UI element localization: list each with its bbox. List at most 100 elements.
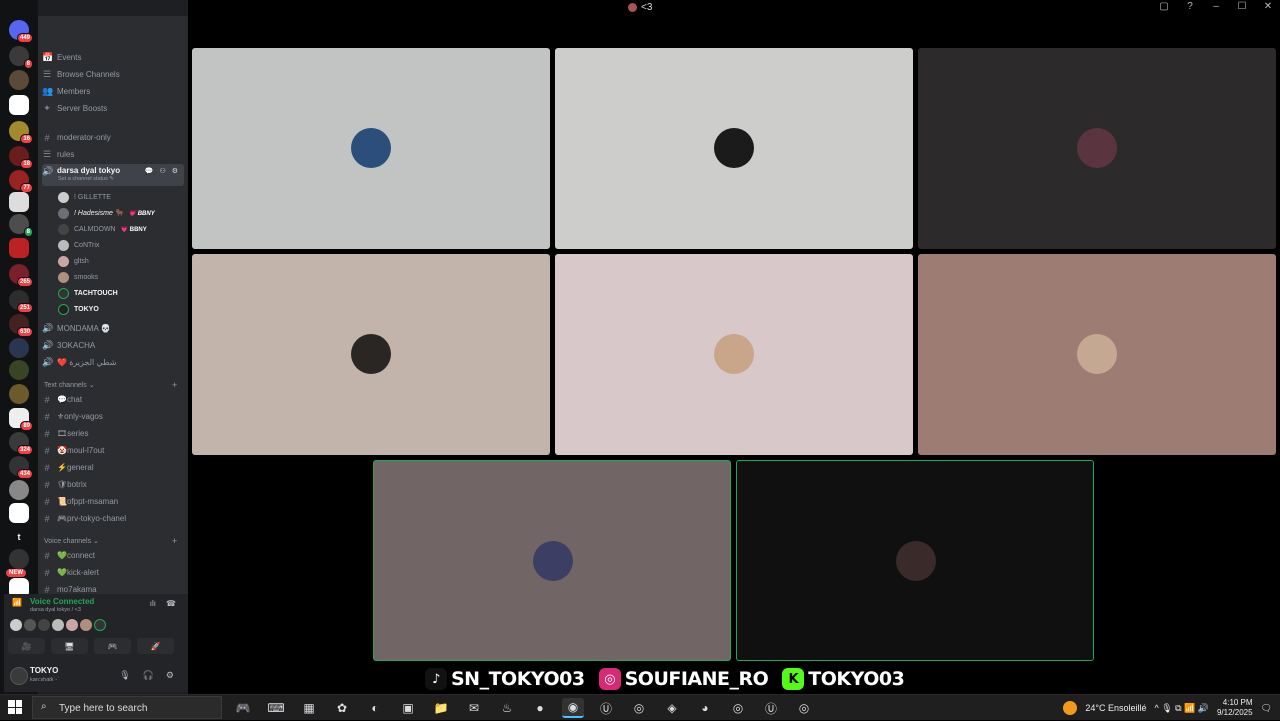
signal-icon[interactable]: 📶 [12,598,22,607]
server-icon[interactable]: 324 [9,432,33,455]
voice-user[interactable]: smooks [58,270,98,284]
server-icon[interactable]: 630 [9,314,33,337]
text-channel[interactable]: # 🤡moul-l7out [42,443,104,458]
text-channel[interactable]: # 💚kick-alert [42,565,98,580]
category-voice-channels[interactable]: Voice channels ⌄ + [44,536,177,546]
server-icon[interactable]: t [9,527,29,547]
server-icon[interactable]: 77 [9,170,33,193]
participant-tile[interactable] [555,254,913,455]
text-channel[interactable]: # 🎞series [42,426,88,441]
headphones-icon[interactable]: 🎧 [143,670,154,681]
server-icon[interactable] [9,95,29,115]
voice-channel[interactable]: 🔊 ❤️ شطي الجزيرة [42,355,116,370]
taskbar-app-icon[interactable]: 🎮 [232,698,254,718]
taskbar-app-icon[interactable]: ◎ [793,698,815,718]
nav-server-boosts[interactable]: ✦ Server Boosts [42,101,107,116]
text-channel[interactable]: # 💚connect [42,548,95,563]
channel-rules[interactable]: ☰ rules [42,147,74,162]
nav-members[interactable]: 👥 Members [42,84,90,99]
channel-status[interactable]: Set a channel status ✎ [58,176,114,182]
voice-user[interactable]: CALMDOWN 💗 BBNY [58,222,147,236]
participant-tile[interactable] [918,254,1276,455]
participant-tile[interactable] [192,254,550,455]
server-icon[interactable]: 16 [9,121,33,144]
taskbar-app-icon[interactable]: ◉ [562,698,584,718]
participant-tile[interactable] [736,460,1094,661]
avatar[interactable] [10,667,28,685]
server-icon[interactable] [9,192,29,212]
taskbar-app-icon[interactable]: ▣ [397,698,419,718]
minimize-button[interactable]: – [1210,1,1222,12]
close-button[interactable]: ✕ [1262,1,1274,12]
text-channel[interactable]: # ⚡general [42,460,93,475]
text-channel[interactable]: # 📜ofppt-msaman [42,494,118,509]
channel-moderator-only[interactable]: # moderator-only [42,130,110,145]
camera-button[interactable]: 🎥 [8,638,45,654]
voice-connected-subtitle[interactable]: darsa dyal tokyo / <3 [30,607,81,613]
server-icon[interactable]: 18 [9,146,33,169]
participant-tile[interactable] [192,48,550,249]
microphone-icon[interactable]: 🎙 [119,670,130,681]
server-icon[interactable] [9,384,29,404]
server-icon[interactable] [9,503,29,523]
server-icon[interactable]: 8 [9,214,33,237]
taskbar-app-icon[interactable]: 📁 [430,698,452,718]
server-icon[interactable] [9,338,29,358]
soundboard-button[interactable]: 🚀 [137,638,174,654]
add-channel-icon[interactable]: + [172,380,177,390]
text-channel[interactable]: # ⚜only-vagos [42,409,102,424]
taskbar-app-icon[interactable]: ◎ [727,698,749,718]
text-channel[interactable]: # 🎮prv-tokyo-chanel [42,511,126,526]
add-channel-icon[interactable]: + [172,536,177,546]
voice-connected-title[interactable]: Voice Connected [30,597,94,606]
settings-gear-icon[interactable]: ⚙ [166,670,174,681]
taskbar-app-icon[interactable]: ◈ [661,698,683,718]
server-icon[interactable] [9,238,29,258]
taskbar-app-icon[interactable]: ♨ [496,698,518,718]
taskbar-app-icon[interactable]: ✉ [463,698,485,718]
text-channel[interactable]: # 🛡botrix [42,477,86,492]
avatar[interactable] [38,619,50,631]
direct-messages-icon[interactable]: 449 [9,20,33,43]
server-icon[interactable]: 89 [9,408,33,431]
server-icon[interactable]: 265 [9,264,33,287]
user-name[interactable]: TOKYO [30,666,58,675]
taskbar-app-icon[interactable]: ◎ [628,698,650,718]
server-icon[interactable] [9,549,29,569]
avatar[interactable] [80,619,92,631]
weather-sun-icon[interactable] [1063,701,1078,715]
category-text-channels[interactable]: Text channels ⌄ + [44,380,177,390]
nav-events[interactable]: 📅 Events [42,50,81,65]
taskbar-app-icon[interactable]: ◐ [364,698,386,718]
text-channel[interactable]: # 💬chat [42,392,82,407]
avatar[interactable] [52,619,64,631]
voice-user[interactable]: TACHTOUCH [58,286,118,300]
text-channel[interactable]: # mo7akama [42,582,96,595]
avatar[interactable] [24,619,36,631]
taskbar-search[interactable]: ⌕ Type here to search [32,696,222,719]
voice-channel[interactable]: 🔊 3OKACHA [42,338,95,353]
weather-text[interactable]: 24°C Ensoleillé [1085,703,1146,713]
server-icon[interactable] [9,480,29,500]
maximize-button[interactable]: ☐ [1236,1,1248,12]
taskbar-app-icon[interactable]: ✿ [331,698,353,718]
voice-user[interactable]: ! Hadesisme 🐂 💗 BBNY [58,206,155,220]
avatar[interactable] [10,619,22,631]
disconnect-icon[interactable]: ☎ [166,599,176,608]
avatar[interactable] [66,619,78,631]
voice-user[interactable]: gltsh [58,254,89,268]
server-icon[interactable]: 251 [9,290,33,313]
notification-icon[interactable]: 🗨 [1261,703,1272,714]
voice-user[interactable]: CoNTrix [58,238,99,252]
noise-suppression-icon[interactable]: ılı [150,599,156,608]
participant-tile[interactable] [918,48,1276,249]
windows-start-icon[interactable] [8,700,22,714]
nav-browse-channels[interactable]: ☰ Browse Channels [42,67,120,82]
taskbar-app-icon[interactable]: ◕ [694,698,716,718]
taskbar-app-icon[interactable]: Ⓤ [595,698,617,718]
screen-share-button[interactable]: 🖥 [51,638,88,654]
taskbar-app-icon[interactable]: ⌨ [265,698,287,718]
help-icon[interactable]: ? [1184,1,1196,12]
participant-tile[interactable] [555,48,913,249]
clock[interactable]: 4:10 PM 9/12/2025 [1217,698,1253,718]
